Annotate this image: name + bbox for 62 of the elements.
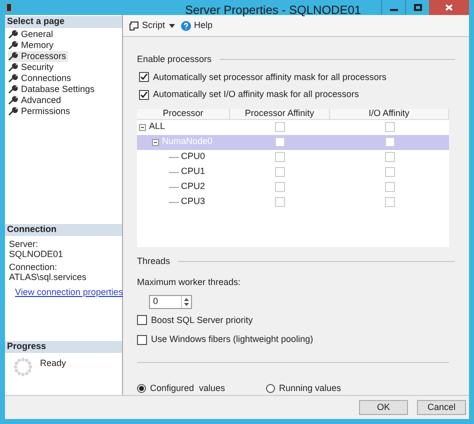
close-icon bbox=[445, 4, 453, 11]
server-label: Server: bbox=[9, 239, 40, 249]
checkbox[interactable] bbox=[139, 90, 149, 100]
tree-node-label: CPU2 bbox=[181, 180, 206, 194]
spinner-icon bbox=[13, 357, 33, 377]
dialog-button[interactable]: OK bbox=[359, 400, 408, 415]
checkbox-label: Automatically set I/O affinity mask for all processors bbox=[153, 88, 359, 101]
checkbox[interactable] bbox=[137, 334, 147, 345]
connection-label: Connection: bbox=[9, 262, 58, 272]
script-icon bbox=[129, 20, 139, 30]
wrench-icon bbox=[8, 52, 18, 61]
script-button[interactable]: Script bbox=[129, 18, 166, 32]
tree-node-label: NumaNode0 bbox=[162, 135, 213, 148]
sidebar-item[interactable]: Memory bbox=[8, 40, 56, 51]
field-label: Maximum worker threads: bbox=[137, 276, 242, 289]
section-header: Connection bbox=[5, 224, 122, 236]
tree-node-label: CPU0 bbox=[181, 150, 206, 164]
checkbox[interactable] bbox=[137, 315, 147, 326]
checkbox-label: Boost SQL Server priority bbox=[151, 314, 253, 327]
sidebar-item[interactable]: Connections bbox=[8, 73, 74, 84]
view-connection-link[interactable]: View connection properties bbox=[15, 287, 123, 297]
checkbox-label: Automatically set processor affinity mask for all processors bbox=[153, 70, 386, 84]
window-title: Server Properties - SQLNODE01 bbox=[185, 2, 362, 19]
checkbox-label: Use Windows fibers (lightweight pooling) bbox=[151, 333, 314, 346]
wrench-icon bbox=[8, 107, 18, 116]
progress-status: Ready bbox=[40, 357, 66, 370]
group-title: Enable processors bbox=[137, 53, 212, 66]
help-button[interactable]: Help bbox=[181, 18, 213, 32]
dialog-button[interactable]: Cancel bbox=[417, 400, 466, 415]
dropdown-arrow-icon[interactable] bbox=[169, 24, 176, 28]
checkbox[interactable] bbox=[139, 72, 149, 82]
radio-label: Running values bbox=[279, 382, 342, 395]
tree-node-label: CPU3 bbox=[181, 195, 206, 208]
sidebar-item[interactable]: General bbox=[8, 29, 56, 40]
tree-node-label: CPU1 bbox=[181, 165, 206, 178]
server-name: SQLNODE01 bbox=[9, 249, 64, 259]
wrench-icon bbox=[8, 96, 18, 105]
app-icon bbox=[6, 3, 12, 12]
group-title: Threads bbox=[137, 254, 170, 268]
wrench-icon bbox=[8, 41, 18, 50]
sidebar-item[interactable]: Advanced bbox=[8, 95, 64, 106]
sidebar-item[interactable]: Permissions bbox=[8, 106, 72, 117]
radio-button[interactable] bbox=[137, 384, 146, 393]
wrench-icon bbox=[8, 30, 18, 39]
help-icon bbox=[181, 20, 192, 30]
connection-name: ATLAS\sql.services bbox=[9, 272, 88, 282]
column-header: Processor bbox=[137, 108, 230, 118]
wrench-icon bbox=[8, 74, 18, 83]
close-button[interactable] bbox=[429, 0, 469, 15]
max-threads-spinner[interactable]: 0 bbox=[149, 294, 192, 308]
sidebar-item[interactable]: Security bbox=[8, 62, 56, 73]
column-header: Processor Affinity bbox=[230, 108, 330, 118]
radio-button[interactable] bbox=[266, 384, 275, 393]
column-header: I/O Affinity bbox=[330, 108, 449, 118]
wrench-icon bbox=[8, 63, 18, 72]
section-header: Progress bbox=[5, 341, 122, 353]
tree-node-label: ALL bbox=[149, 120, 166, 134]
sidebar-item[interactable]: Processors bbox=[8, 51, 68, 62]
wrench-icon bbox=[8, 85, 18, 94]
section-header: Select a page bbox=[5, 16, 122, 28]
sidebar-item[interactable]: Database Settings bbox=[8, 84, 97, 95]
radio-label: Configured values bbox=[150, 382, 226, 395]
